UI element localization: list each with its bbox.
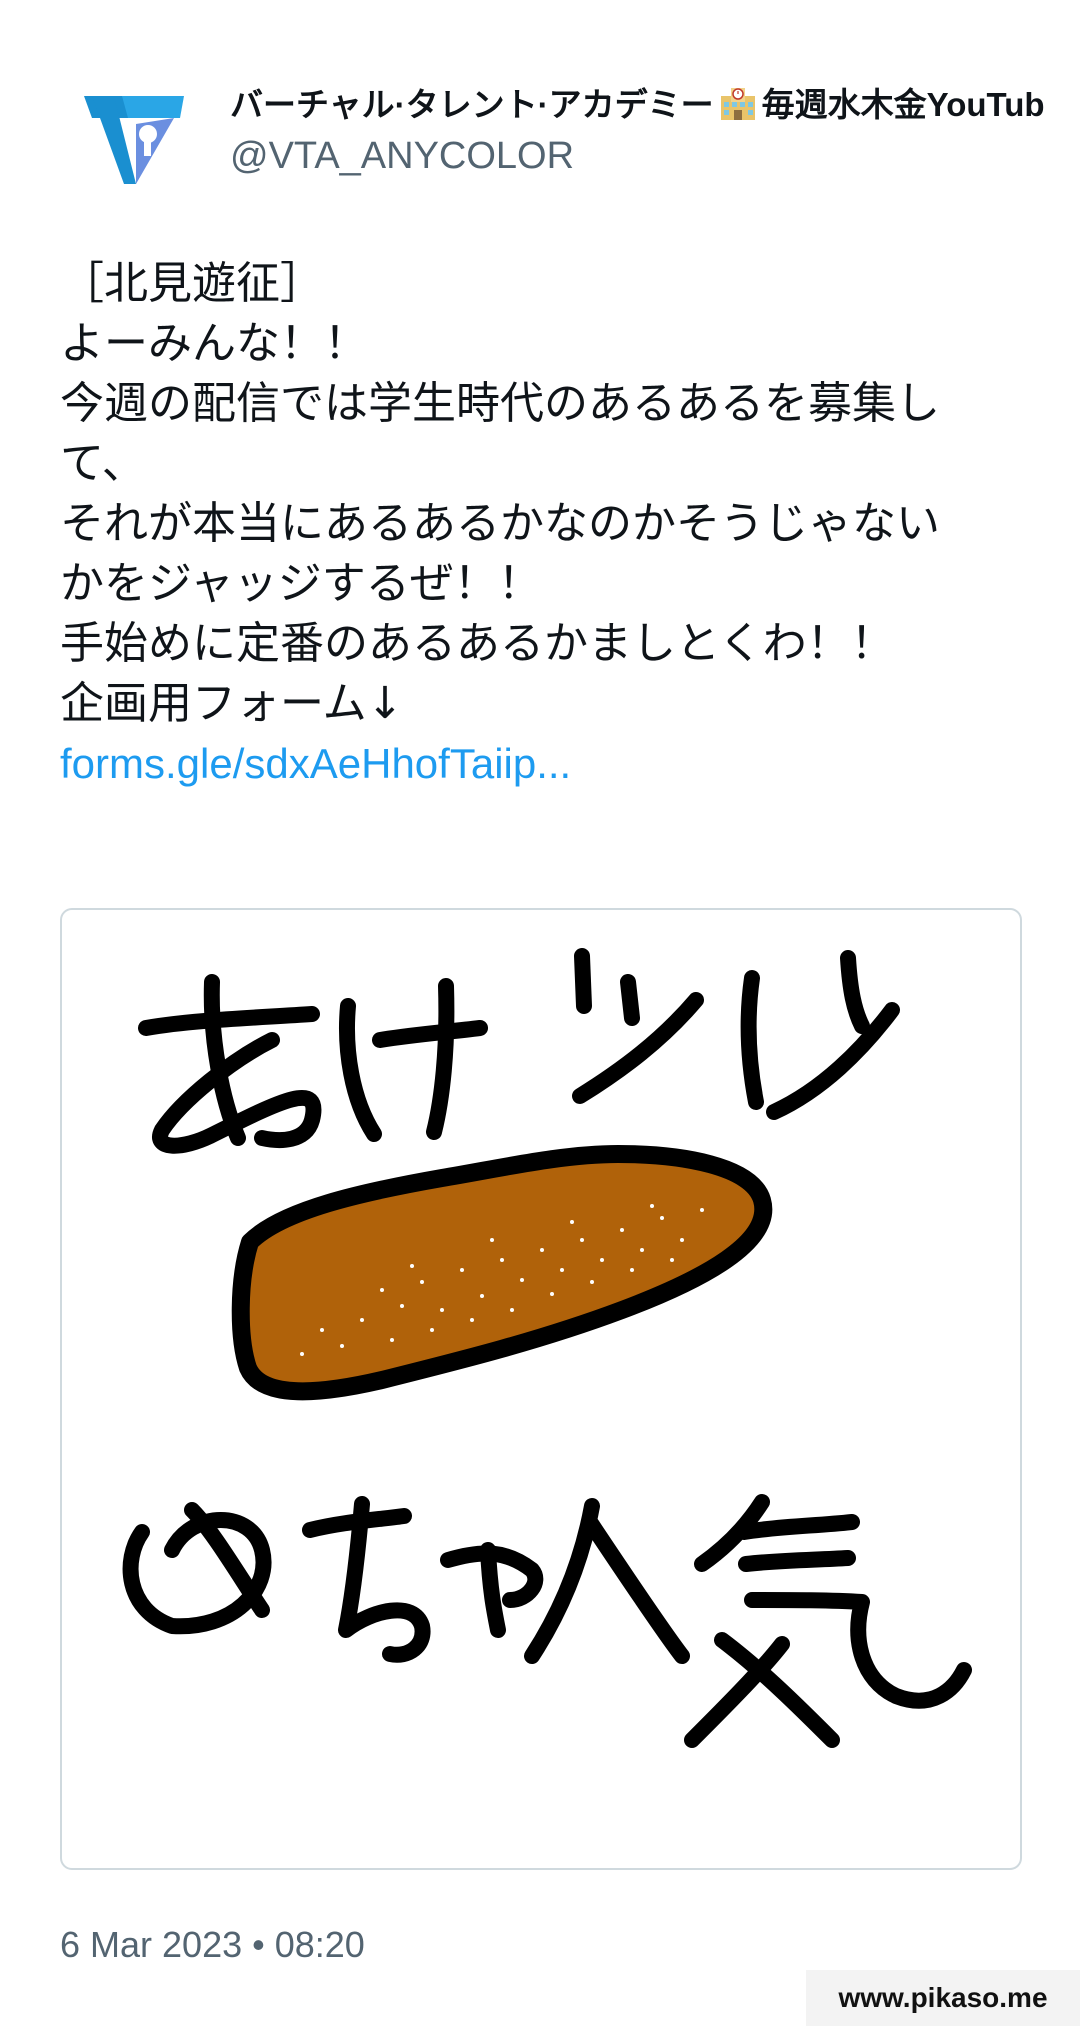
- tweet-line: よーみんな！！: [60, 318, 368, 369]
- tweet-body: ［北見遊征］ よーみんな！！ 今週の配信では学生時代のあるあるを募集し て、 そ…: [60, 254, 1040, 794]
- display-name-text: バーチャル·タレント·アカデミー: [230, 86, 714, 123]
- author-names[interactable]: バーチャル·タレント·アカデミー 毎週水木金YouTub @VTA_ANYCOL…: [230, 82, 1080, 181]
- tweet-line: 今週の配信では学生時代のあるあるを募集し: [60, 378, 940, 429]
- tweet-line: 企画用フォーム↓: [60, 678, 404, 729]
- fried-bread-drawing: [122, 948, 972, 1748]
- tweet-line: て、: [60, 438, 146, 489]
- form-link[interactable]: forms.gle/sdxAeHhofTaiip...: [60, 734, 1040, 794]
- tweet-line: ［北見遊征］: [60, 258, 324, 309]
- watermark: www.pikaso.me: [806, 1970, 1080, 2026]
- school-emoji-icon: [718, 82, 758, 122]
- tweet-image[interactable]: [60, 908, 1022, 1870]
- tweet-line: 手始めに定番のあるあるかましとくわ！！: [60, 618, 895, 669]
- tweet-timestamp[interactable]: 6 Mar 2023 • 08:20: [60, 1922, 365, 1968]
- tweet-header: バーチャル·タレント·アカデミー 毎週水木金YouTub @VTA_ANYCOL…: [84, 82, 1080, 192]
- display-name-text-2: 毎週水木金YouTub: [761, 86, 1045, 123]
- author-handle[interactable]: @VTA_ANYCOLOR: [230, 131, 1080, 181]
- tweet-line: それが本当にあるあるかなのかそうじゃない: [60, 498, 940, 549]
- vta-logo-icon[interactable]: [84, 88, 184, 188]
- author-display-name[interactable]: バーチャル·タレント·アカデミー 毎週水木金YouTub: [230, 82, 1080, 127]
- tweet-line: かをジャッジするぜ！！: [60, 558, 542, 609]
